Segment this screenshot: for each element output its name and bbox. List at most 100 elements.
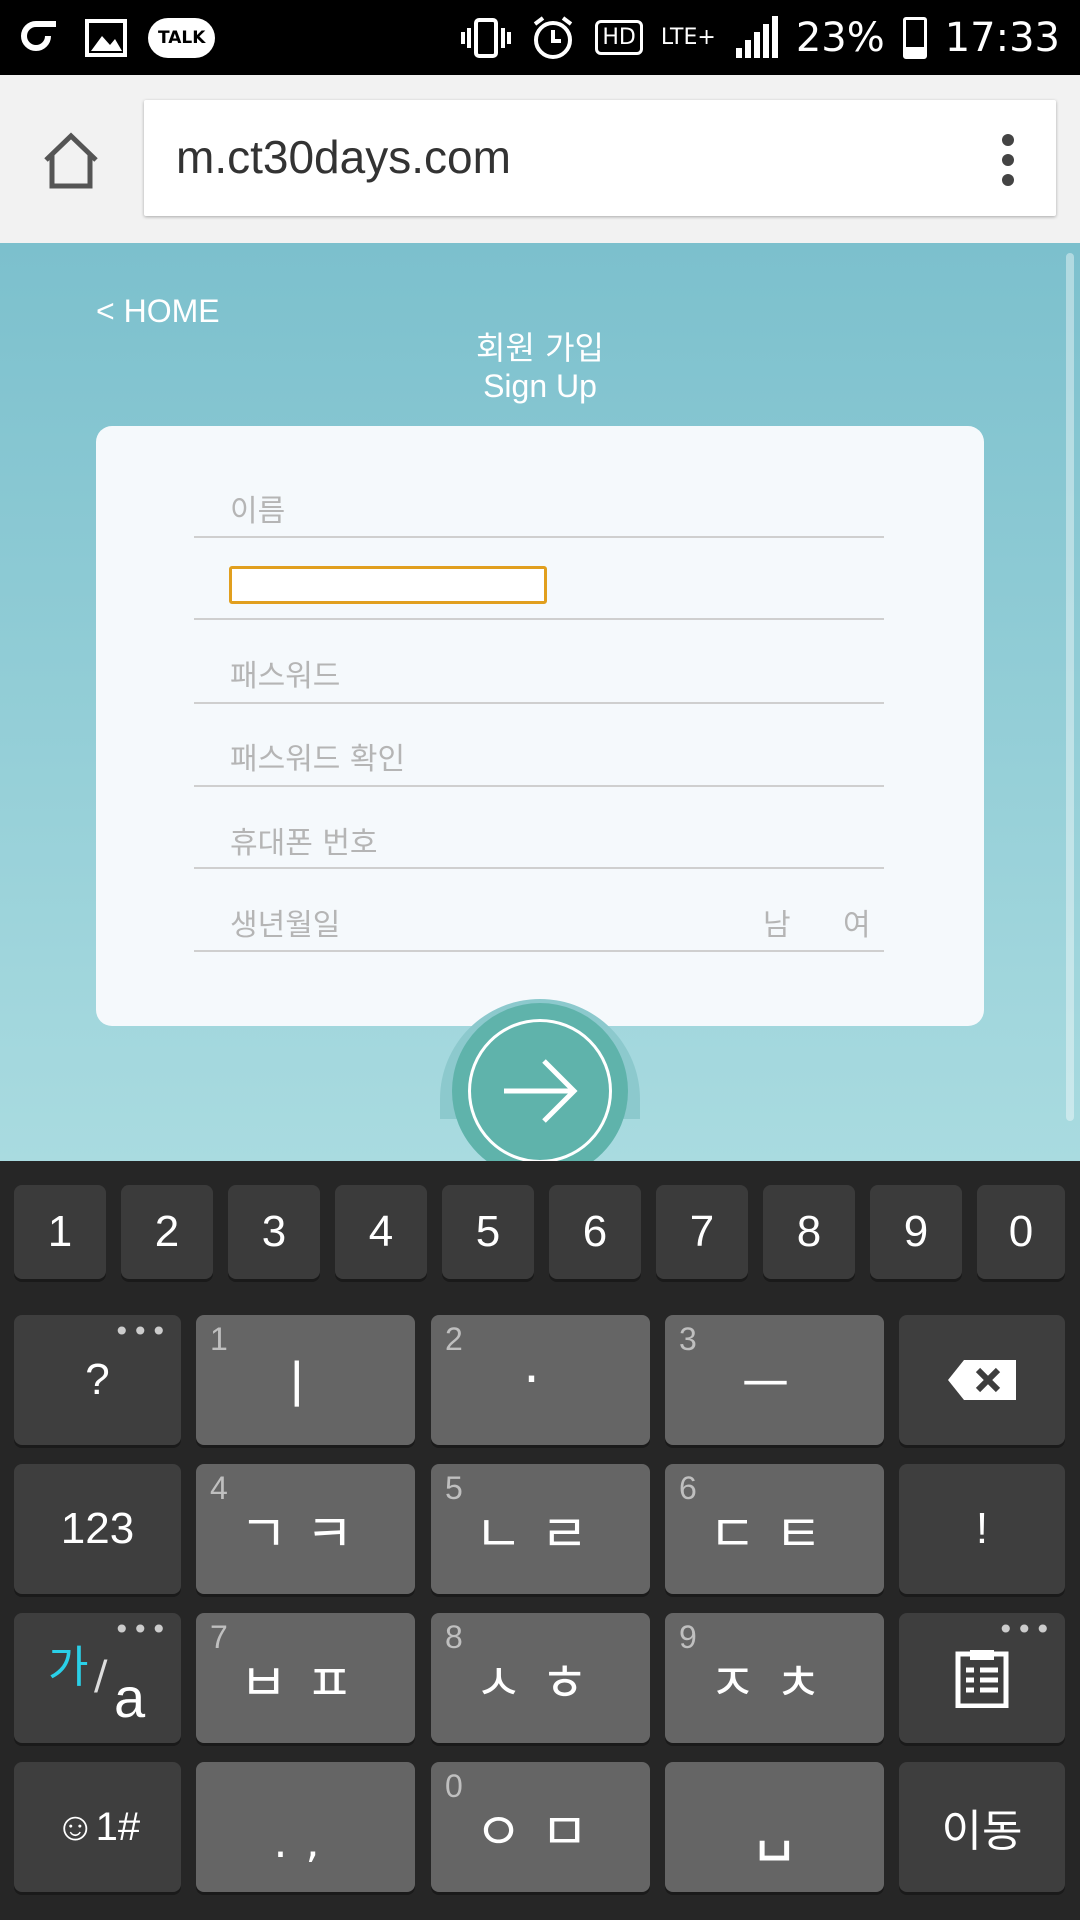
key-vowel-dot[interactable]: 2 ·	[431, 1315, 650, 1445]
key-3[interactable]: 3	[228, 1185, 320, 1279]
key-6[interactable]: 6	[549, 1185, 641, 1279]
email-field-underline	[194, 618, 884, 620]
key-7[interactable]: 7	[656, 1185, 748, 1279]
password-confirm-field[interactable]: 패스워드 확인	[230, 734, 405, 778]
overflow-menu-icon[interactable]	[1002, 134, 1016, 194]
key-label: ㄷㅌ	[708, 1504, 841, 1565]
key-vowel-eu[interactable]: 3 ㅡ	[665, 1315, 884, 1445]
status-bar: TALK HD LTE+ 23% 17:33	[0, 0, 1080, 75]
key-vowel-i[interactable]: 1 ㅣ	[196, 1315, 415, 1445]
phone-field[interactable]: 휴대폰 번호	[230, 818, 378, 862]
clock: 17:33	[944, 14, 1060, 61]
hd-icon: HD	[595, 20, 643, 55]
key-label: ㅅㅎ	[474, 1653, 607, 1714]
language-switch-key[interactable]: ••• 가 / a	[14, 1613, 181, 1743]
key-nieun-rieul[interactable]: 5 ㄴㄹ	[431, 1464, 650, 1594]
key-1[interactable]: 1	[14, 1185, 106, 1279]
space-icon: ␣	[755, 1792, 794, 1862]
birthdate-field[interactable]: 생년월일	[230, 900, 340, 944]
go-key-label: 이동	[941, 1807, 1023, 1856]
signup-page: < HOME 회원 가입 Sign Up 이름 패스워드 패스워드 확인 휴대폰…	[0, 243, 1080, 1161]
key-ieung-mieum[interactable]: 0 ㅇㅁ	[431, 1762, 650, 1892]
key-exclamation-label: !	[975, 1504, 989, 1553]
emoji-symbol-key[interactable]: ☺1#	[14, 1762, 181, 1892]
punctuation-label: .,	[273, 1816, 338, 1868]
page-title-english: Sign Up	[483, 368, 597, 404]
lte-icon: LTE+	[660, 25, 716, 50]
battery-percent: 23%	[795, 14, 885, 61]
key-label: ㅈㅊ	[708, 1653, 841, 1714]
numeric-mode-label: 123	[60, 1504, 135, 1553]
key-hint: 1	[210, 1321, 228, 1357]
page-title-korean: 회원 가입	[476, 329, 604, 367]
key-hint: 2	[445, 1321, 463, 1357]
key-bieup-pieup[interactable]: 7 ㅂㅍ	[196, 1613, 415, 1743]
emoji-symbol-label: ☺1#	[54, 1804, 141, 1849]
key-label: ·	[523, 1350, 558, 1410]
kakaotalk-icon: TALK	[148, 17, 216, 58]
key-8[interactable]: 8	[763, 1185, 855, 1279]
key-digeut-tieut[interactable]: 6 ㄷㅌ	[665, 1464, 884, 1594]
key-siot-hieut[interactable]: 8 ㅅㅎ	[431, 1613, 650, 1743]
go-key[interactable]: 이동	[899, 1762, 1065, 1892]
more-options-indicator: •••	[113, 1315, 169, 1348]
key-hint: 8	[445, 1619, 463, 1655]
key-5[interactable]: 5	[442, 1185, 534, 1279]
gallery-icon	[85, 18, 127, 57]
key-hint: 0	[445, 1768, 463, 1804]
clipboard-icon	[955, 1650, 1009, 1708]
language-separator: /	[94, 1653, 108, 1699]
phone-field-underline	[194, 867, 884, 869]
numeric-mode-key[interactable]: 123	[14, 1464, 181, 1594]
arrow-right-icon	[504, 1059, 578, 1123]
key-hint: 6	[679, 1470, 697, 1506]
keyboard: 1 2 3 4 5 6 7 8 9 0 ••• ? 1 ㅣ 2 · 3 ㅡ 12…	[0, 1161, 1080, 1920]
key-label: ㅂㅍ	[239, 1653, 372, 1714]
gender-male-option[interactable]: 남	[763, 900, 791, 944]
language-ko-label: 가	[48, 1642, 89, 1693]
password-field-underline	[194, 702, 884, 704]
key-jieut-chieut[interactable]: 9 ㅈㅊ	[665, 1613, 884, 1743]
key-exclamation[interactable]: !	[899, 1464, 1065, 1594]
name-field[interactable]: 이름	[230, 486, 285, 530]
key-hint: 3	[679, 1321, 697, 1357]
key-question-label: ?	[85, 1355, 110, 1404]
vibrate-icon	[461, 17, 512, 58]
space-key[interactable]: ␣	[665, 1762, 884, 1892]
gender-female-option[interactable]: 여	[843, 900, 871, 944]
home-icon[interactable]	[40, 130, 102, 192]
key-label: ㄱㅋ	[239, 1504, 372, 1565]
birthdate-underline	[194, 950, 884, 952]
password-field[interactable]: 패스워드	[230, 651, 340, 695]
key-9[interactable]: 9	[870, 1185, 962, 1279]
key-label: ㅇㅁ	[474, 1802, 607, 1863]
key-label: ㄴㄹ	[474, 1504, 607, 1565]
backspace-key[interactable]	[899, 1315, 1065, 1445]
signal-icon	[735, 15, 778, 58]
more-options-indicator: •••	[997, 1613, 1053, 1646]
more-options-indicator: •••	[113, 1613, 169, 1646]
key-hint: 5	[445, 1470, 463, 1506]
address-bar[interactable]: m.ct30days.com	[144, 100, 1056, 216]
key-hint: 7	[210, 1619, 228, 1655]
key-label: ㅡ	[741, 1355, 808, 1416]
app-notification-icon	[21, 20, 56, 51]
key-giyeok-kieuk[interactable]: 4 ㄱㅋ	[196, 1464, 415, 1594]
key-hint: 4	[210, 1470, 228, 1506]
key-label: ㅣ	[272, 1355, 339, 1416]
password-confirm-underline	[194, 785, 884, 787]
language-en-label: a	[114, 1666, 146, 1729]
name-field-underline	[194, 536, 884, 538]
email-field[interactable]	[229, 566, 547, 604]
alarm-icon	[534, 15, 573, 59]
key-4[interactable]: 4	[335, 1185, 427, 1279]
punctuation-key[interactable]: .,	[196, 1762, 415, 1892]
url-text[interactable]: m.ct30days.com	[176, 130, 511, 184]
browser-toolbar: m.ct30days.com	[0, 75, 1080, 244]
key-question[interactable]: ••• ?	[14, 1315, 181, 1445]
key-0[interactable]: 0	[977, 1185, 1065, 1279]
key-2[interactable]: 2	[121, 1185, 213, 1279]
clipboard-key[interactable]: •••	[899, 1613, 1065, 1743]
signup-form: 이름 패스워드 패스워드 확인 휴대폰 번호 생년월일 남 여	[96, 426, 984, 1026]
backspace-icon	[948, 1360, 1016, 1400]
